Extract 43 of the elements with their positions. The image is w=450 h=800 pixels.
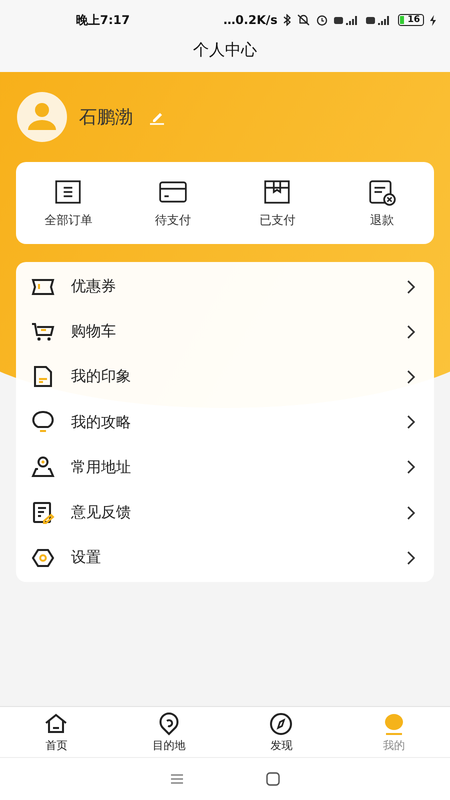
chevron-right-icon[interactable] bbox=[406, 504, 416, 521]
tab[interactable]: 首页 bbox=[0, 707, 112, 757]
chevron-right-icon[interactable] bbox=[406, 368, 416, 385]
chevron-right-icon[interactable] bbox=[406, 459, 416, 476]
home-icon bbox=[44, 712, 68, 736]
order-button[interactable]: 待支付 bbox=[120, 162, 225, 244]
place-icon bbox=[156, 712, 181, 736]
battery-level: 16 bbox=[398, 14, 424, 26]
home-icon[interactable] bbox=[265, 772, 281, 786]
page-title: 个人中心 bbox=[193, 40, 257, 61]
menu-item[interactable]: 购物车 bbox=[71, 322, 390, 342]
menu-item[interactable]: 意见反馈 bbox=[71, 503, 390, 522]
chevron-right-icon[interactable] bbox=[406, 414, 416, 430]
bell-muted-icon bbox=[297, 14, 310, 26]
pin-icon bbox=[31, 455, 55, 480]
note-icon bbox=[31, 500, 55, 525]
menu-item[interactable]: 常用地址 bbox=[71, 458, 390, 477]
network-speed: …0.2K/s bbox=[223, 13, 278, 27]
menu-item[interactable]: 我的攻略 bbox=[71, 412, 390, 432]
menu-item[interactable]: 我的印象 bbox=[71, 367, 390, 386]
tab[interactable]: 目的地 bbox=[112, 707, 225, 757]
order-button[interactable]: 全部订单 bbox=[16, 162, 120, 244]
user-name: 石鹏渤 bbox=[79, 106, 133, 129]
menu-item[interactable]: 优惠券 bbox=[71, 277, 390, 296]
bluetooth-icon bbox=[283, 14, 292, 26]
alarm-icon bbox=[316, 14, 328, 26]
order-button[interactable]: 退款 bbox=[330, 162, 434, 244]
chevron-right-icon[interactable] bbox=[406, 324, 416, 340]
bulb-icon bbox=[31, 410, 55, 434]
order-button[interactable]: 已支付 bbox=[225, 162, 330, 244]
chevron-right-icon[interactable] bbox=[406, 278, 416, 295]
order-box-icon bbox=[262, 178, 292, 206]
order-refund-icon bbox=[366, 178, 397, 206]
tab[interactable]: 发现 bbox=[225, 707, 338, 757]
doc-icon bbox=[31, 364, 55, 389]
status-time: 晚上7:17 bbox=[76, 12, 130, 28]
order-list-icon bbox=[53, 178, 84, 206]
menu-icon[interactable] bbox=[169, 772, 185, 786]
menu-item[interactable]: 设置 bbox=[71, 548, 390, 568]
chevron-right-icon[interactable] bbox=[406, 550, 416, 566]
compass-icon bbox=[269, 712, 294, 736]
tab[interactable]: 我的 bbox=[338, 707, 450, 757]
charging-icon bbox=[430, 14, 436, 26]
